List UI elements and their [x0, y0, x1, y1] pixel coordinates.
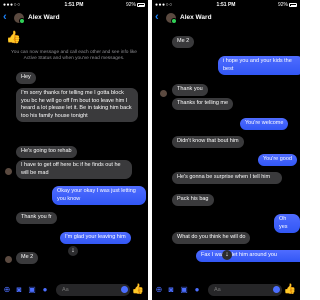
battery-icon [137, 3, 145, 7]
message-incoming[interactable]: Thanks for telling me [172, 98, 234, 110]
chat-header: ‹ Alex Ward [0, 10, 148, 26]
status-bar: ●●●○○ 1:51 PM 92% [0, 0, 148, 9]
message-outgoing[interactable]: Okay your okay I was just letting you kn… [52, 186, 146, 205]
back-arrow-icon[interactable]: ‹ [155, 12, 159, 23]
chat-screen-right: ●●●○○ 1:51 PM 92% ‹ Alex Ward Me 2 i hop… [152, 0, 300, 300]
back-arrow-icon[interactable]: ‹ [3, 12, 7, 23]
message-outgoing[interactable]: Fax I wasn't let him around you [196, 250, 300, 262]
contact-mini-avatar [5, 168, 12, 175]
photo-icon[interactable]: ▣ [179, 285, 189, 295]
contact-mini-avatar [160, 90, 167, 97]
composer-bar: ⊕ ◙ ▣ ● 👍 [0, 280, 148, 300]
battery-percent: 92% [125, 2, 136, 8]
message-outgoing[interactable]: You're good [258, 154, 297, 166]
emoji-icon[interactable] [273, 286, 280, 293]
status-bar: ●●●○○ 1:51 PM 92% [152, 0, 300, 9]
message-incoming[interactable]: Me 2 [16, 252, 39, 264]
message-incoming[interactable]: I have to get off here bc if he finds ou… [16, 160, 132, 179]
contact-avatar[interactable] [166, 13, 177, 24]
system-note: You can now message and call each other … [11, 50, 137, 61]
camera-icon[interactable]: ◙ [14, 285, 24, 295]
message-outgoing[interactable]: I'm glad your leaving him [60, 232, 131, 244]
like-icon[interactable]: 👍 [132, 284, 144, 295]
chat-screen-left: ●●●○○ 1:51 PM 92% ‹ Alex Ward 👍 You can … [0, 0, 148, 300]
message-incoming[interactable]: Thank you fr [16, 212, 57, 224]
battery-icon [289, 3, 297, 7]
scroll-down-button[interactable]: ↓ [68, 246, 78, 256]
microphone-icon[interactable]: ● [40, 285, 50, 295]
message-input[interactable] [208, 284, 282, 296]
message-outgoing[interactable]: You're welcome [240, 118, 289, 130]
message-incoming[interactable]: What do you think he will do [172, 232, 251, 244]
message-incoming[interactable]: I'm sorry thanks for telling me I gotta … [16, 88, 138, 122]
message-incoming[interactable]: Didn't know that bout him [172, 136, 244, 148]
camera-icon[interactable]: ◙ [166, 285, 176, 295]
battery-percent: 92% [277, 2, 288, 8]
message-outgoing[interactable]: i hope you and your kids the best [218, 56, 300, 75]
microphone-icon[interactable]: ● [192, 285, 202, 295]
contact-mini-avatar [5, 256, 12, 263]
message-incoming[interactable]: Me 2 [172, 36, 195, 48]
contact-name[interactable]: Alex Ward [180, 14, 212, 21]
message-incoming[interactable]: He's going too rehab [16, 146, 77, 158]
chat-header: ‹ Alex Ward [152, 10, 300, 26]
contact-avatar[interactable] [14, 13, 25, 24]
more-icon[interactable]: ⊕ [2, 285, 12, 295]
like-icon[interactable]: 👍 [284, 284, 296, 295]
message-outgoing[interactable]: Oh yes [274, 214, 300, 233]
message-input[interactable] [56, 284, 130, 296]
message-incoming[interactable]: Pack his bag [172, 194, 214, 206]
message-incoming[interactable]: Hey [16, 72, 36, 84]
photo-icon[interactable]: ▣ [27, 285, 37, 295]
thumbs-up-icon: 👍 [6, 30, 21, 44]
message-incoming[interactable]: He's gonna be surprise when I tell him [172, 172, 282, 184]
scroll-down-button[interactable]: ↓ [222, 250, 232, 260]
emoji-icon[interactable] [121, 286, 128, 293]
composer-bar: ⊕ ◙ ▣ ● 👍 [152, 280, 300, 300]
message-incoming[interactable]: Thank you [172, 84, 208, 96]
contact-name[interactable]: Alex Ward [28, 14, 60, 21]
more-icon[interactable]: ⊕ [154, 285, 164, 295]
